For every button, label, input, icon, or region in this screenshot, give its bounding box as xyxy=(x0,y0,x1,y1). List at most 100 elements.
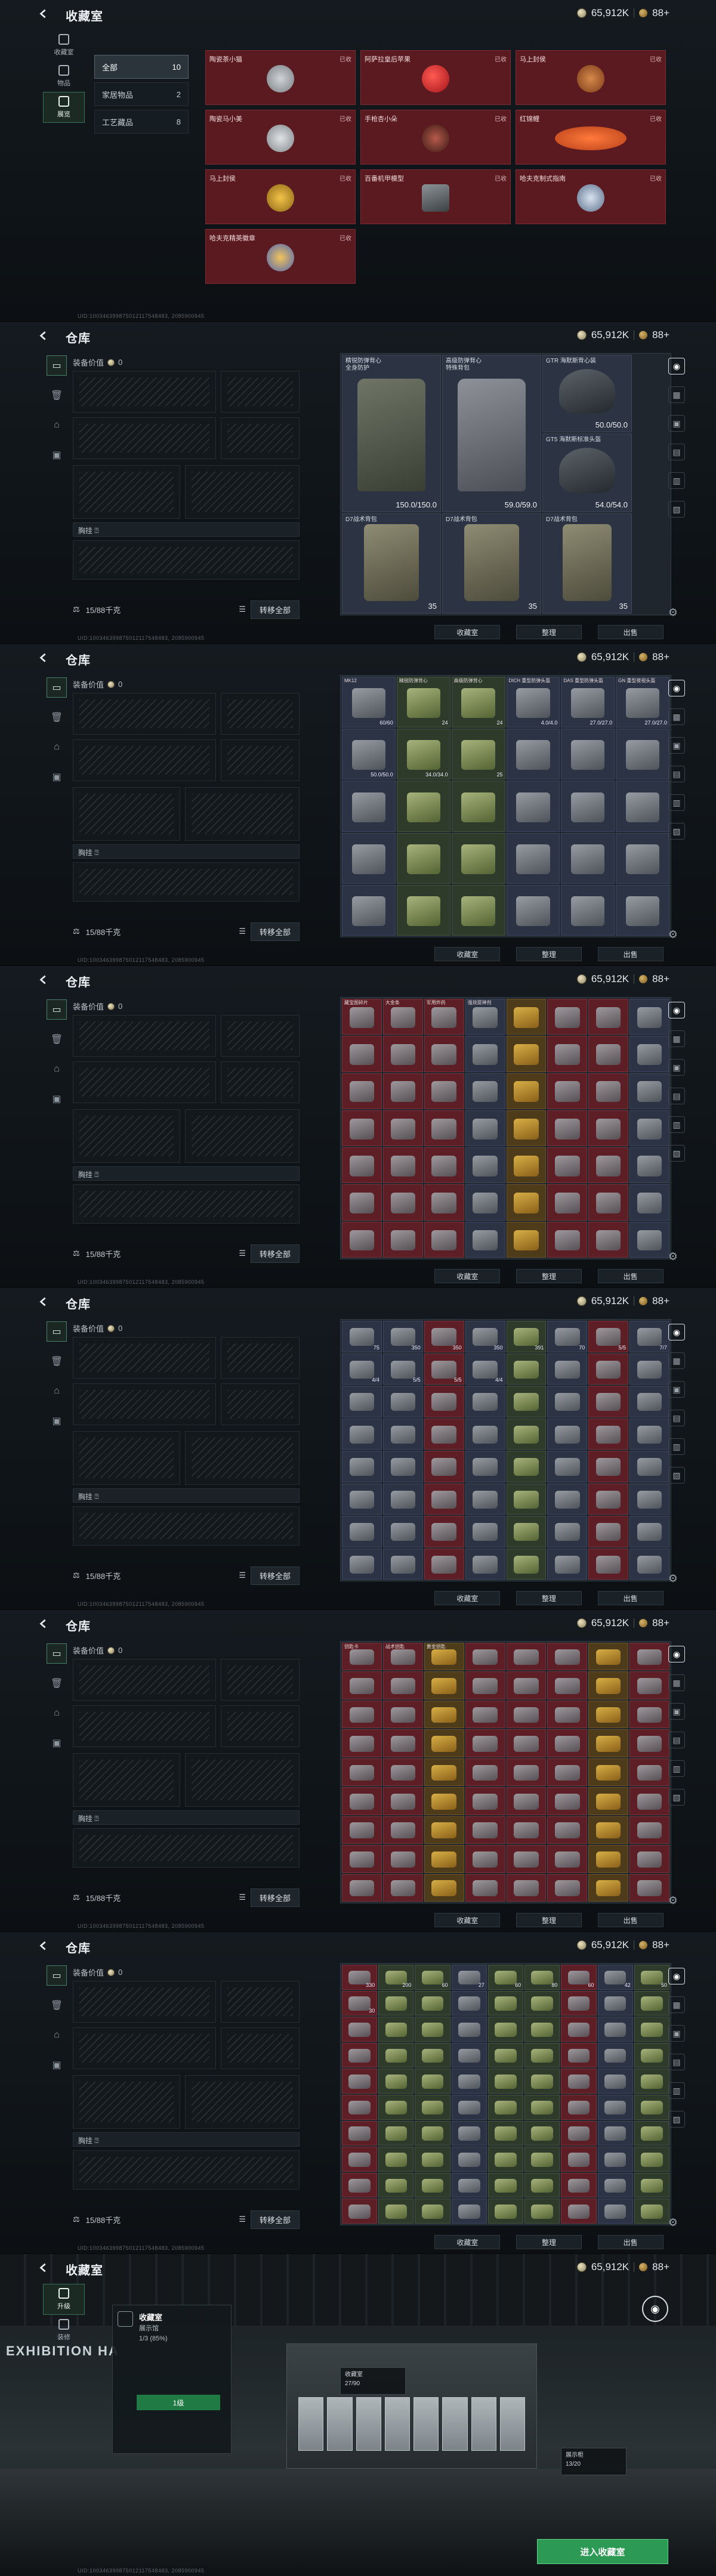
stash-item[interactable] xyxy=(547,1671,588,1699)
stash-item[interactable] xyxy=(634,2120,669,2146)
stash-item[interactable] xyxy=(547,1845,588,1873)
stash-item[interactable] xyxy=(415,2017,450,2042)
transfer-all-button[interactable]: 转移全部 xyxy=(250,1888,300,1907)
stash-item[interactable] xyxy=(506,1516,547,1547)
stash-item[interactable] xyxy=(524,2199,560,2224)
stash-item[interactable] xyxy=(616,781,669,832)
back-button[interactable] xyxy=(37,1295,50,1308)
stash-item[interactable] xyxy=(588,1353,629,1385)
stash-item[interactable] xyxy=(382,1700,423,1729)
back-button[interactable] xyxy=(37,973,50,986)
stash-item[interactable]: 钥匙卡 xyxy=(342,1643,382,1671)
stash-item[interactable] xyxy=(342,2172,378,2198)
stash-item[interactable] xyxy=(382,1845,423,1873)
trash-icon[interactable]: 🗑 xyxy=(47,1029,67,1049)
stash-item[interactable] xyxy=(342,832,396,884)
stash-item[interactable] xyxy=(342,1874,382,1902)
sort-icon[interactable]: ▧ xyxy=(668,1467,685,1484)
lock-icon[interactable]: ▣ xyxy=(668,415,685,432)
stash-item[interactable] xyxy=(378,2069,414,2094)
sort-button[interactable]: 整理 xyxy=(516,1591,582,1605)
stash-item[interactable] xyxy=(506,1451,547,1482)
stash-item[interactable] xyxy=(342,2042,378,2068)
stash-item[interactable] xyxy=(561,781,615,832)
stash-item[interactable]: 4/4 xyxy=(342,1353,382,1385)
stash-item[interactable] xyxy=(465,1700,505,1729)
home-icon[interactable]: ⌂ xyxy=(47,1059,67,1079)
settings-gear-icon[interactable]: ⚙ xyxy=(666,1571,680,1586)
sell-button[interactable]: 出售 xyxy=(597,1269,663,1283)
settings-gear-icon[interactable]: ⚙ xyxy=(666,927,680,942)
lock-icon[interactable]: ▣ xyxy=(668,2025,685,2042)
stash-item[interactable] xyxy=(342,1221,382,1258)
stash-item[interactable] xyxy=(465,1221,505,1258)
settings-gear-icon[interactable]: ⚙ xyxy=(666,1893,680,1908)
stash-item[interactable] xyxy=(382,1418,423,1450)
stash-item[interactable] xyxy=(561,2017,597,2042)
stash-item[interactable] xyxy=(588,1516,629,1547)
stash-item[interactable] xyxy=(597,1990,633,2016)
case-icon[interactable]: ▣ xyxy=(47,1411,67,1431)
weapon-slot-2[interactable] xyxy=(73,1383,216,1425)
stash-item[interactable]: 5/5 xyxy=(588,1321,629,1352)
grid-icon[interactable]: ◉ xyxy=(668,680,685,696)
stash-item[interactable] xyxy=(424,1073,464,1109)
stash-item[interactable] xyxy=(629,1221,669,1258)
case-icon[interactable]: ▣ xyxy=(47,767,67,787)
stash-item[interactable]: 50 xyxy=(634,1965,669,1990)
stash-item[interactable] xyxy=(588,1036,629,1072)
stash-item[interactable] xyxy=(465,1516,505,1547)
transfer-all-button[interactable]: 转移全部 xyxy=(250,1566,300,1585)
stash-item[interactable] xyxy=(597,2172,633,2198)
display-case[interactable] xyxy=(298,2397,324,2451)
weapon-slot-2[interactable] xyxy=(73,1061,216,1103)
stash-item[interactable] xyxy=(524,2042,560,2068)
stash-item[interactable] xyxy=(451,2094,487,2120)
stash-item[interactable] xyxy=(424,1845,464,1873)
stash-item[interactable] xyxy=(629,1787,669,1815)
stash-item[interactable] xyxy=(629,1147,669,1184)
backpack-slot[interactable] xyxy=(73,1184,300,1224)
weapon-slot-2[interactable] xyxy=(73,417,216,459)
stash-item[interactable] xyxy=(547,1184,588,1221)
view-toggle-icon[interactable]: ◉ xyxy=(642,2296,668,2322)
stash-item[interactable] xyxy=(424,1110,464,1147)
stash-item[interactable] xyxy=(547,1036,588,1072)
stash-item[interactable] xyxy=(382,1386,423,1417)
stash-item[interactable] xyxy=(342,1671,382,1699)
trash-icon[interactable]: 🗑 xyxy=(47,1673,67,1693)
level-button[interactable]: 1级 xyxy=(137,2395,220,2410)
stash-item[interactable] xyxy=(342,1184,382,1221)
stash-item[interactable] xyxy=(465,1548,505,1580)
melee-slot[interactable] xyxy=(221,2027,300,2069)
stash-item[interactable] xyxy=(382,1483,423,1515)
stash-item[interactable] xyxy=(487,2042,524,2068)
stash-item[interactable] xyxy=(506,1874,547,1902)
collection-button[interactable]: 收藏室 xyxy=(434,1269,501,1283)
stash-item[interactable]: D7战术背包 35 xyxy=(342,513,441,614)
stash-item[interactable] xyxy=(342,1758,382,1787)
stash-item[interactable] xyxy=(547,1787,588,1815)
backpack-slot[interactable] xyxy=(73,862,300,902)
transfer-all-button[interactable]: 转移全部 xyxy=(250,922,300,941)
stash-item[interactable] xyxy=(382,1816,423,1844)
grid-icon[interactable]: ◉ xyxy=(668,1324,685,1340)
stash-item[interactable] xyxy=(588,1451,629,1482)
stash-item[interactable] xyxy=(378,2042,414,2068)
stash-item[interactable]: GN 重型夜视头盔 27.0/27.0 xyxy=(616,677,669,728)
stash-item[interactable] xyxy=(547,1073,588,1109)
transfer-all-button[interactable]: 转移全部 xyxy=(250,1244,300,1263)
stash-item[interactable]: MK12 60/60 xyxy=(342,677,396,728)
sort-button[interactable]: 整理 xyxy=(516,625,582,639)
collection-button[interactable]: 收藏室 xyxy=(434,1913,501,1927)
filter-icon[interactable]: ▤ xyxy=(668,444,685,460)
stash-item[interactable] xyxy=(451,2017,487,2042)
stash-item[interactable] xyxy=(415,2172,450,2198)
sort-button[interactable]: 整理 xyxy=(516,2235,582,2249)
stash-item[interactable]: 34.0/34.0 xyxy=(396,729,450,780)
melee-slot[interactable] xyxy=(221,1383,300,1425)
weapon-slot-2[interactable] xyxy=(73,1705,216,1747)
armor-slot[interactable] xyxy=(185,465,300,519)
stash-item[interactable] xyxy=(547,1816,588,1844)
display-case[interactable] xyxy=(356,2397,381,2451)
